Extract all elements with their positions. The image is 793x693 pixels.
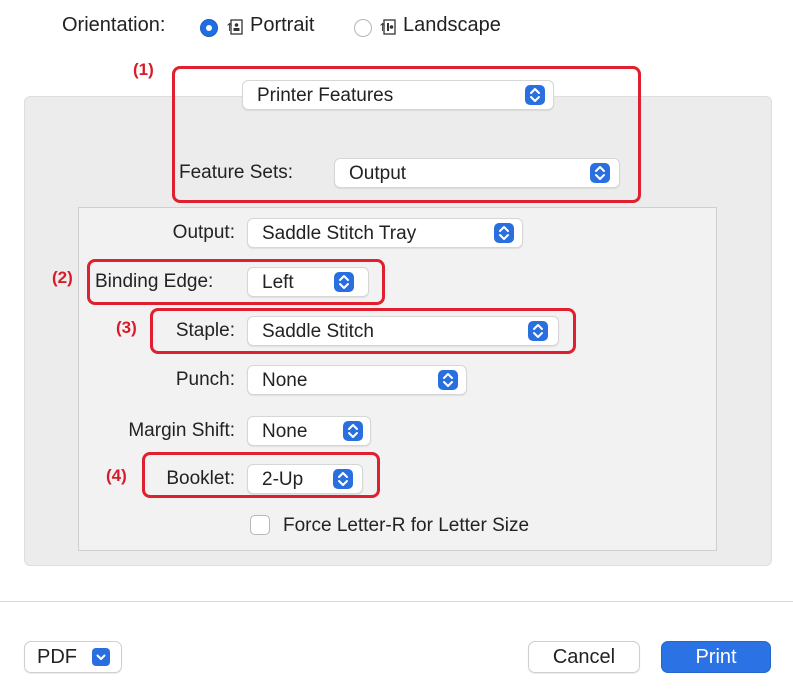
punch-value: None [262,370,308,391]
updown-chevron-icon [525,85,545,105]
landscape-label[interactable]: Landscape [403,14,501,37]
binding-edge-select[interactable]: Left [247,267,369,297]
output-select[interactable]: Saddle Stitch Tray [247,218,523,248]
margin-shift-select[interactable]: None [247,416,371,446]
force-letter-r-label[interactable]: Force Letter-R for Letter Size [283,515,529,537]
booklet-label: Booklet: [166,468,235,489]
landscape-orientation-icon: ↑ [378,18,396,36]
feature-sets-value: Output [349,163,407,184]
svg-text:↑: ↑ [378,21,387,34]
punch-select[interactable]: None [247,365,467,395]
binding-edge-value: Left [262,272,294,293]
updown-chevron-icon [333,469,353,489]
cancel-button[interactable]: Cancel [528,641,640,673]
staple-select[interactable]: Saddle Stitch [247,316,559,346]
printer-features-value: Printer Features [257,85,394,106]
binding-edge-label: Binding Edge: [95,271,214,292]
portrait-radio[interactable] [200,19,218,37]
updown-chevron-icon [528,321,548,341]
callout-1: (1) [133,60,154,79]
pdf-label: PDF [37,646,77,668]
force-letter-r-checkbox[interactable] [250,515,270,535]
feature-sets-select[interactable]: Output [334,158,620,188]
pdf-menu-button[interactable]: PDF [24,641,122,673]
landscape-radio[interactable] [354,19,372,37]
booklet-value: 2-Up [262,469,304,490]
output-value: Saddle Stitch Tray [262,223,417,244]
margin-shift-value: None [262,421,308,442]
punch-label: Punch: [175,369,235,390]
feature-sets-label: Feature Sets: [179,162,294,183]
callout-2: (2) [52,268,73,287]
updown-chevron-icon [438,370,458,390]
updown-chevron-icon [494,223,514,243]
chevron-down-icon [92,648,110,666]
portrait-orientation-icon: ↑ [225,18,243,36]
updown-chevron-icon [343,421,363,441]
footer-divider [0,601,793,602]
printer-features-menu[interactable]: Printer Features [242,80,554,110]
portrait-label[interactable]: Portrait [250,14,314,37]
booklet-select[interactable]: 2-Up [247,464,363,494]
margin-shift-label: Margin Shift: [128,420,235,441]
print-button[interactable]: Print [661,641,771,673]
staple-value: Saddle Stitch [262,321,374,342]
staple-label: Staple: [175,320,235,341]
updown-chevron-icon [334,272,354,292]
output-label: Output: [172,222,235,243]
updown-chevron-icon [590,163,610,183]
svg-text:↑: ↑ [225,21,234,34]
orientation-label: Orientation: [62,14,166,36]
